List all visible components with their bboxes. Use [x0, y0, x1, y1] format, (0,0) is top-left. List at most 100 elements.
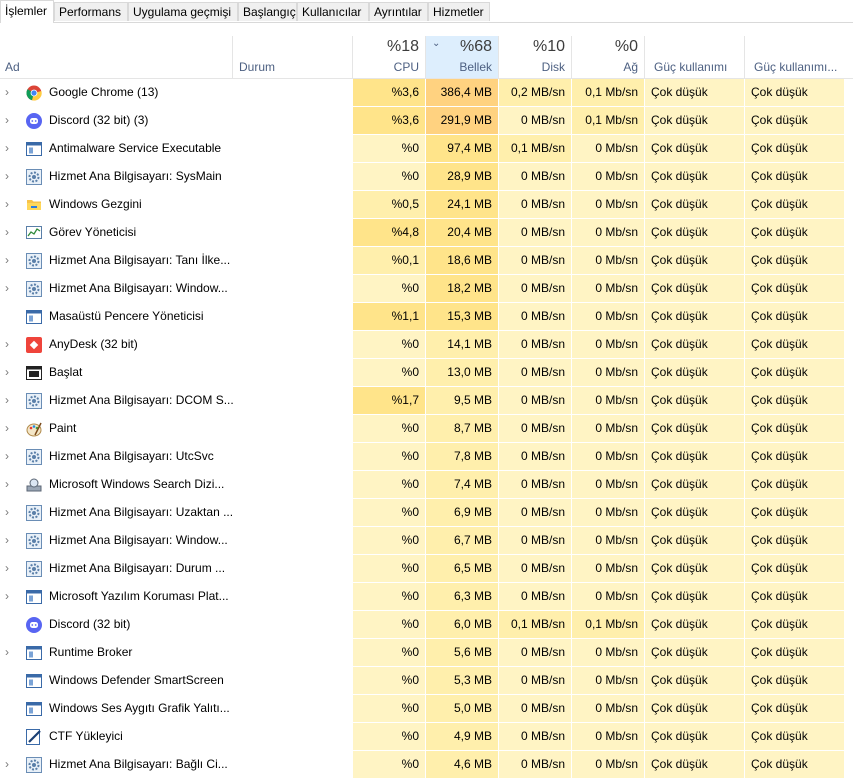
power-usage-value: Çok düşük [645, 639, 744, 666]
process-row[interactable]: › Antimalware Service Executable %0 97,4 MB… [0, 135, 853, 163]
gear-icon [26, 505, 42, 521]
tab-0[interactable]: İşlemler [0, 0, 54, 23]
power-usage-value: Çok düşük [645, 219, 744, 246]
disk-value: 0 MB/sn [499, 583, 571, 610]
power-usage-value: Çok düşük [645, 611, 744, 638]
process-name: Hizmet Ana Bilgisayarı: DCOM S... [49, 393, 234, 407]
chevron-right-icon[interactable]: › [5, 751, 15, 778]
process-row[interactable]: › Windows Gezgini %0,5 24,1 MB 0 MB/sn 0 Mb/s… [0, 191, 853, 219]
process-name: Google Chrome (13) [49, 85, 159, 99]
memory-value: 9,5 MB [426, 387, 498, 414]
disk-value: 0 MB/sn [499, 219, 571, 246]
process-row[interactable]: › Runtime Broker %0 5,6 MB 0 MB/sn 0 Mb/sn Çok… [0, 639, 853, 667]
memory-value: 18,2 MB [426, 275, 498, 302]
tab-4[interactable]: Kullanıcılar [297, 2, 369, 21]
process-row[interactable]: › Hizmet Ana Bilgisayarı: Window... %0 18,2… [0, 275, 853, 303]
process-name: Masaüstü Pencere Yöneticisi [49, 309, 204, 323]
column-memory-label: Bellek [459, 60, 492, 74]
process-row[interactable]: Discord (32 bit) %0 6,0 MB 0,1 MB/sn 0,1 Mb/… [0, 611, 853, 639]
column-name[interactable]: Ad [0, 36, 233, 78]
process-row[interactable]: Windows Defender SmartScreen %0 5,3 MB 0 MB… [0, 667, 853, 695]
power-usage-value: Çok düşük [645, 751, 744, 778]
process-row[interactable]: › Hizmet Ana Bilgisayarı: Window... %0 6,7 … [0, 527, 853, 555]
service-window-icon [26, 673, 42, 689]
column-power-trend[interactable]: Güç kullanımı... [745, 36, 845, 78]
process-name: Hizmet Ana Bilgisayarı: Tanı İlke... [49, 253, 231, 267]
cpu-value: %0 [353, 695, 425, 722]
process-row[interactable]: › Hizmet Ana Bilgisayarı: SysMain %0 28,9 M… [0, 163, 853, 191]
power-trend-value: Çok düşük [745, 695, 844, 722]
chevron-right-icon[interactable]: › [5, 443, 15, 470]
chevron-right-icon[interactable]: › [5, 219, 15, 246]
process-row[interactable]: › Hizmet Ana Bilgisayarı: Uzaktan ... %0 6,… [0, 499, 853, 527]
chevron-right-icon[interactable]: › [5, 247, 15, 274]
network-value: 0 Mb/sn [572, 443, 644, 470]
cpu-value: %0 [353, 135, 425, 162]
cpu-value: %0 [353, 723, 425, 750]
tab-2[interactable]: Uygulama geçmişi [128, 2, 238, 21]
chevron-right-icon[interactable]: › [5, 163, 15, 190]
process-row[interactable]: › Microsoft Windows Search Dizi... %0 7,4 M… [0, 471, 853, 499]
process-row[interactable]: CTF Yükleyici %0 4,9 MB 0 MB/sn 0 Mb/sn Çok d… [0, 723, 853, 751]
chevron-right-icon[interactable]: › [5, 387, 15, 414]
chevron-right-icon[interactable]: › [5, 527, 15, 554]
network-value: 0 Mb/sn [572, 695, 644, 722]
process-row[interactable]: › Hizmet Ana Bilgisayarı: Bağlı Ci... %0 4,… [0, 751, 853, 779]
power-usage-value: Çok düşük [645, 79, 744, 106]
disk-total: %10 [532, 38, 565, 55]
chevron-right-icon[interactable]: › [5, 415, 15, 442]
chevron-right-icon[interactable]: › [5, 191, 15, 218]
process-row[interactable]: › Paint %0 8,7 MB 0 MB/sn 0 Mb/sn Çok düşük Çok… [0, 415, 853, 443]
chevron-right-icon[interactable]: › [5, 499, 15, 526]
power-trend-value: Çok düşük [745, 303, 844, 330]
network-value: 0 Mb/sn [572, 359, 644, 386]
column-memory[interactable]: ⌄ %68 Bellek [426, 36, 499, 78]
process-row[interactable]: › Hizmet Ana Bilgisayarı: UtcSvc %0 7,8 MB 0… [0, 443, 853, 471]
process-row[interactable]: › Başlat %0 13,0 MB 0 MB/sn 0 Mb/sn Çok düşük Ç… [0, 359, 853, 387]
chevron-right-icon[interactable]: › [5, 359, 15, 386]
cpu-value: %1,1 [353, 303, 425, 330]
tab-6[interactable]: Hizmetler [428, 2, 490, 21]
tab-1[interactable]: Performans [54, 2, 128, 21]
chevron-right-icon[interactable]: › [5, 555, 15, 582]
power-usage-value: Çok düşük [645, 275, 744, 302]
process-row[interactable]: Masaüstü Pencere Yöneticisi %1,1 15,3 MB 0 … [0, 303, 853, 331]
network-value: 0 Mb/sn [572, 303, 644, 330]
column-power[interactable]: Güç kullanımı [645, 36, 745, 78]
process-row[interactable]: › Hizmet Ana Bilgisayarı: DCOM S... %1,7 9,… [0, 387, 853, 415]
chevron-right-icon[interactable]: › [5, 331, 15, 358]
process-row[interactable]: › Discord (32 bit) (3) %3,6 291,9 MB 0 MB/sn… [0, 107, 853, 135]
process-row[interactable]: › Google Chrome (13) %3,6 386,4 MB 0,2 MB/sn… [0, 79, 853, 107]
power-trend-value: Çok düşük [745, 611, 844, 638]
chevron-right-icon[interactable]: › [5, 639, 15, 666]
process-name: Windows Gezgini [49, 197, 142, 211]
disk-value: 0,1 MB/sn [499, 611, 571, 638]
chevron-right-icon[interactable]: › [5, 79, 15, 106]
process-row[interactable]: › Hizmet Ana Bilgisayarı: Tanı İlke... %0,… [0, 247, 853, 275]
process-row[interactable]: › Görev Yöneticisi %4,8 20,4 MB 0 MB/sn 0 Mb/… [0, 219, 853, 247]
chevron-right-icon[interactable]: › [5, 275, 15, 302]
power-trend-value: Çok düşük [745, 415, 844, 442]
process-row[interactable]: Windows Ses Aygıtı Grafik Yalıtı... %0 5,0… [0, 695, 853, 723]
tab-5[interactable]: Ayrıntılar [369, 2, 428, 21]
memory-value: 97,4 MB [426, 135, 498, 162]
column-status[interactable]: Durum [233, 36, 353, 78]
power-trend-value: Çok düşük [745, 667, 844, 694]
process-name: Başlat [49, 365, 83, 379]
chevron-right-icon[interactable]: › [5, 471, 15, 498]
cpu-value: %0 [353, 443, 425, 470]
disk-value: 0 MB/sn [499, 191, 571, 218]
service-window-icon [26, 701, 42, 717]
memory-value: 6,5 MB [426, 555, 498, 582]
column-cpu[interactable]: %18 CPU [353, 36, 426, 78]
chevron-right-icon[interactable]: › [5, 583, 15, 610]
chevron-right-icon[interactable]: › [5, 135, 15, 162]
tab-3[interactable]: Başlangıç [238, 2, 297, 21]
process-row[interactable]: › Microsoft Yazılım Koruması Plat... %0 6,3… [0, 583, 853, 611]
chevron-right-icon[interactable]: › [5, 107, 15, 134]
task-manager-icon [26, 225, 42, 241]
process-row[interactable]: › Hizmet Ana Bilgisayarı: Durum ... %0 6,5 … [0, 555, 853, 583]
process-row[interactable]: › AnyDesk (32 bit) %0 14,1 MB 0 MB/sn 0 Mb/sn… [0, 331, 853, 359]
column-network[interactable]: %0 Ağ [572, 36, 645, 78]
column-disk[interactable]: %10 Disk [499, 36, 572, 78]
